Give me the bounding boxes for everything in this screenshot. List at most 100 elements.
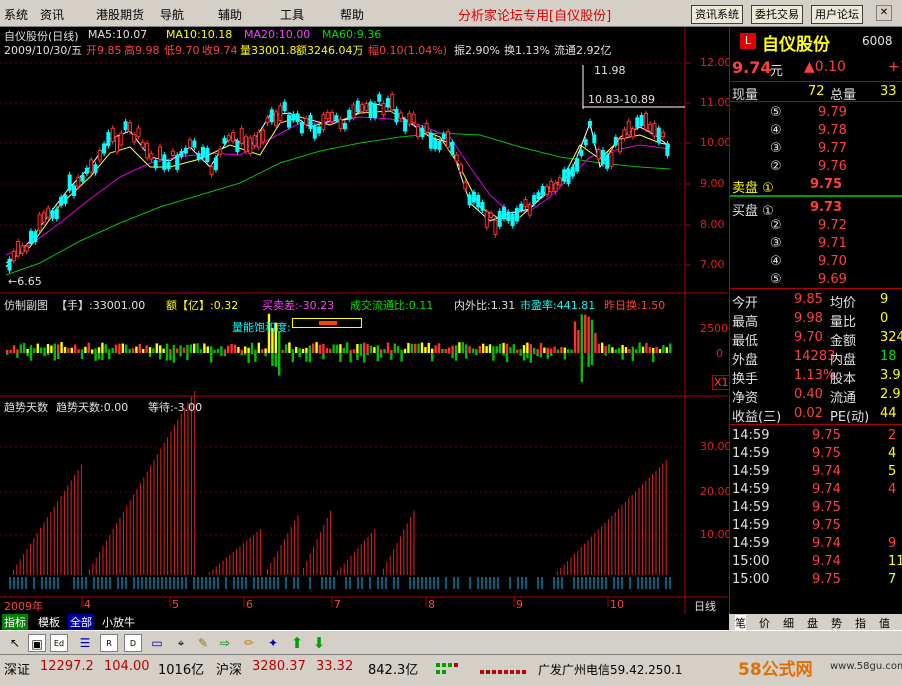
volume-bar-neg [159,353,162,360]
candle-body [63,194,68,204]
sell-price: 9.75 [810,177,843,192]
forum-button[interactable]: 用户论坛 [811,5,863,24]
tab-detail[interactable]: 细 [783,615,794,631]
volume-bar-neg [94,353,97,361]
candle-body [471,191,476,203]
book-divider [730,195,902,197]
candle-body [97,150,102,161]
candle-body [480,201,485,211]
saturation-box [292,318,362,328]
candle-body [377,94,382,102]
arrow-up-icon[interactable]: ⬆ [288,634,306,652]
isp-info: 广发广州电信59.42.250.1 [538,663,683,677]
tab-book[interactable]: 盘 [807,615,818,631]
candle-body [226,135,231,141]
tab-trades[interactable]: 笔 [735,615,746,631]
volume-bar-neg [172,353,175,363]
candle-body [355,100,360,113]
volume-bar [390,349,393,353]
volume-bar [36,343,39,353]
volume-bar [652,347,655,353]
tab-xiaofangniu[interactable]: 小放牛 [100,614,137,630]
volume-bar [386,342,390,353]
period-label[interactable]: 日线 [694,598,716,614]
volume-bar-neg [604,353,607,356]
volume-bar [108,349,111,353]
tab-all[interactable]: 全部 [68,614,94,630]
volume-bar [546,347,549,353]
candle-body [325,112,330,119]
volume-bar [590,319,594,353]
window-icon[interactable]: ▭ [148,634,166,652]
menu-hk-futures[interactable]: 港股期货 [96,6,144,23]
tool-icon[interactable]: ✎ [194,634,212,652]
list-icon[interactable]: ☰ [76,634,94,652]
tab-template[interactable]: 模板 [36,614,62,630]
candle-body [519,203,524,211]
pencil-icon[interactable]: ✏ [240,634,258,652]
tab-value[interactable]: 值 [879,615,890,631]
candle-body [570,166,575,177]
sz-change: 104.00 [104,659,150,674]
volume-bar [352,349,356,353]
tab-index[interactable]: 指 [855,615,866,631]
candle-body [291,113,296,121]
volume-bar [502,342,505,353]
trade-button[interactable]: 委托交易 [751,5,803,24]
buy-level: ③ [770,236,782,251]
tick-time: 14:59 [732,518,770,533]
stat-label: 收益(三) [732,410,782,425]
close-icon[interactable]: ✕ [876,5,892,21]
arrow-down-icon[interactable]: ⬇ [310,634,328,652]
total-vol-value: 33 [880,84,897,99]
date-label: 9 [516,598,523,611]
rsi-icon[interactable]: R [100,634,118,652]
range-annotation: 10.83-10.89 [588,93,655,106]
candle-body [166,162,171,170]
volume-bar [312,343,315,353]
tab-trend[interactable]: 势 [831,615,842,631]
volume-bar [244,346,247,353]
menu-tools[interactable]: 工具 [280,6,304,23]
tab-price[interactable]: 价 [759,615,770,631]
volume-bar [621,344,624,353]
menu-news[interactable]: 资讯 [40,6,64,23]
volume-bar [9,349,12,353]
menu-assist[interactable]: 辅助 [218,6,242,23]
volume-bar-neg [359,353,362,356]
magic-icon[interactable]: ✦ [264,634,282,652]
menu-help[interactable]: 帮助 [340,6,364,23]
tick-time: 14:59 [732,428,770,443]
volume-bar [628,349,631,353]
tab-indicator[interactable]: 指标 [2,614,28,630]
volume-bar [94,348,97,353]
candle-body [136,127,141,137]
menu-navigate[interactable]: 导航 [160,6,184,23]
cursor-icon[interactable]: ⌖ [172,634,190,652]
volume-bar [414,343,417,353]
volume-bar [505,343,509,353]
candle-body [596,149,601,160]
candle-body [132,134,137,143]
tick-volume: 7 [888,572,897,587]
ma20-label: MA20:10.00 [244,28,311,41]
news-system-button[interactable]: 资讯系统 [691,5,743,24]
volume-bar-neg [186,353,189,361]
volume-bar [539,343,543,353]
arrow-icon[interactable]: ↖ [6,634,24,652]
volume-bar [512,344,515,353]
buy-level: ⑤ [770,272,782,287]
chart-area[interactable]: 自仪股份(日线) MA5:10.07 MA10:10.18 MA20:10.00… [0,27,738,614]
sz-label: 深证 [4,663,31,678]
volume-bar [23,342,26,353]
export-icon[interactable]: ⇨ [216,634,234,652]
doc-icon[interactable]: D [124,634,142,652]
buy-price: 9.70 [818,254,847,269]
date-label: 5 [172,598,179,611]
volume-bar [220,346,223,353]
edit-icon[interactable]: Ed [50,634,68,652]
zoom-in-icon[interactable]: ▣ [28,634,46,652]
menu-system[interactable]: 系统 [4,6,28,23]
volume-bar-neg [46,353,50,356]
volume-bar [509,347,512,353]
